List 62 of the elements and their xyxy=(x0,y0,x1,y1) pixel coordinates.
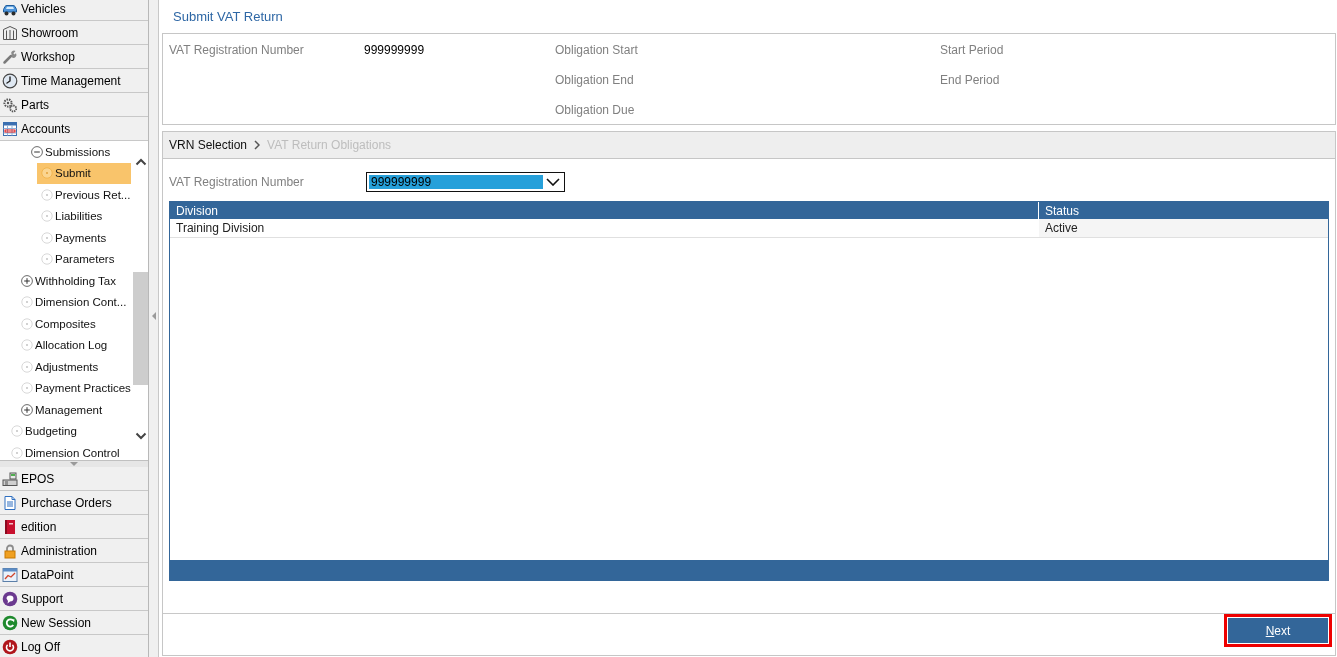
wizard-step[interactable]: VRN Selection xyxy=(169,138,248,152)
tree-item[interactable]: Payment Practices xyxy=(17,377,131,399)
plus-circle-icon[interactable] xyxy=(21,274,33,287)
tree-item[interactable]: Liabilities xyxy=(37,205,131,227)
field-label: Obligation Due xyxy=(555,103,635,117)
field-label: Obligation End xyxy=(555,73,634,87)
column-header[interactable]: Division xyxy=(170,202,1038,219)
table-cell-text: Training Division xyxy=(175,220,266,237)
tree-item[interactable]: Adjustments xyxy=(17,356,131,378)
scroll-down-icon[interactable] xyxy=(134,432,147,440)
gears-icon xyxy=(2,96,18,113)
node-dot-icon xyxy=(41,231,53,244)
tree-item[interactable]: Previous Ret... xyxy=(37,184,131,206)
table-cell: Active xyxy=(1038,219,1328,237)
next-button[interactable]: Next xyxy=(1228,618,1328,643)
tree-item[interactable]: Allocation Log xyxy=(17,334,131,356)
tree-item[interactable]: Budgeting xyxy=(7,420,131,442)
tree-item[interactable]: Parameters xyxy=(37,248,131,270)
field-label: Start Period xyxy=(940,43,1004,57)
tree-item[interactable]: Management xyxy=(17,399,131,421)
tree-item[interactable]: Dimension Cont... xyxy=(17,291,131,313)
scroll-up-icon[interactable] xyxy=(134,158,147,166)
tree-item[interactable]: Withholding Tax xyxy=(17,270,131,292)
node-dot-icon xyxy=(41,167,53,180)
document-icon xyxy=(2,494,18,511)
field-value: 999999999 xyxy=(364,43,425,57)
plus-circle-icon[interactable] xyxy=(21,403,33,416)
node-dot-icon xyxy=(21,360,33,373)
page-title: Submit VAT Return xyxy=(173,9,283,24)
node-dot-icon xyxy=(21,382,33,395)
field-label: VAT Registration Number xyxy=(169,43,304,57)
node-dot-icon xyxy=(41,188,53,201)
building-icon xyxy=(2,24,18,41)
node-dot-icon xyxy=(41,253,53,266)
clock-icon xyxy=(2,72,18,89)
field-label: VAT Registration Number xyxy=(169,175,305,189)
chart-window-icon xyxy=(2,566,18,583)
chat-bubble-icon xyxy=(2,590,18,607)
node-dot-icon xyxy=(21,339,33,352)
node-dot-icon xyxy=(21,317,33,330)
tree-item[interactable]: Submit xyxy=(37,162,131,184)
tree-item[interactable]: Composites xyxy=(17,313,131,335)
field-label: End Period xyxy=(940,73,1000,87)
scrollbar-thumb[interactable] xyxy=(133,272,148,385)
wrench-icon xyxy=(2,48,18,65)
tree-item[interactable]: Dimension Control xyxy=(7,442,131,460)
power-icon xyxy=(2,638,18,655)
tree-item[interactable]: Payments xyxy=(37,227,131,249)
field-label: Obligation Start xyxy=(555,43,638,57)
chevron-right-icon xyxy=(254,140,261,150)
cash-register-icon xyxy=(2,470,18,487)
vrn-dropdown[interactable]: 999999999 xyxy=(366,172,565,192)
ledger-icon xyxy=(2,120,18,137)
padlock-icon xyxy=(2,542,18,559)
node-dot-icon xyxy=(41,210,53,223)
tree-item[interactable]: Submissions xyxy=(27,141,131,163)
book-icon xyxy=(2,518,18,535)
refresh-icon xyxy=(2,614,18,631)
node-dot-icon xyxy=(11,425,23,438)
node-dot-icon xyxy=(21,296,33,309)
minus-circle-icon[interactable] xyxy=(31,145,43,158)
chevron-down-icon[interactable] xyxy=(546,178,560,186)
